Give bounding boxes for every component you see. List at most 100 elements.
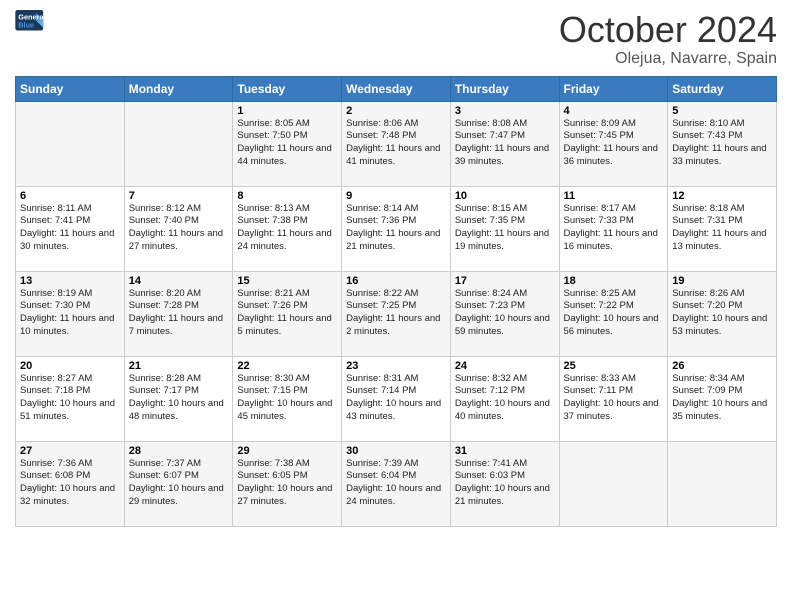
day-info: Sunrise: 8:13 AMSunset: 7:38 PMDaylight:… xyxy=(237,203,337,254)
day-info: Sunrise: 8:31 AMSunset: 7:14 PMDaylight:… xyxy=(346,373,446,424)
day-number: 6 xyxy=(20,190,120,202)
calendar-cell: 16Sunrise: 8:22 AMSunset: 7:25 PMDayligh… xyxy=(342,271,451,356)
logo-icon: General Blue xyxy=(15,10,45,32)
day-header-saturday: Saturday xyxy=(668,76,777,101)
day-number: 9 xyxy=(346,190,446,202)
day-info: Sunrise: 8:20 AMSunset: 7:28 PMDaylight:… xyxy=(129,288,229,339)
calendar-cell: 20Sunrise: 8:27 AMSunset: 7:18 PMDayligh… xyxy=(16,356,125,441)
day-number: 16 xyxy=(346,275,446,287)
day-info: Sunrise: 7:36 AMSunset: 6:08 PMDaylight:… xyxy=(20,458,120,509)
day-number: 31 xyxy=(455,445,555,457)
calendar-cell: 23Sunrise: 8:31 AMSunset: 7:14 PMDayligh… xyxy=(342,356,451,441)
day-info: Sunrise: 8:21 AMSunset: 7:26 PMDaylight:… xyxy=(237,288,337,339)
day-number: 10 xyxy=(455,190,555,202)
day-info: Sunrise: 7:37 AMSunset: 6:07 PMDaylight:… xyxy=(129,458,229,509)
calendar-cell: 30Sunrise: 7:39 AMSunset: 6:04 PMDayligh… xyxy=(342,441,451,526)
week-row-5: 27Sunrise: 7:36 AMSunset: 6:08 PMDayligh… xyxy=(16,441,777,526)
day-info: Sunrise: 8:26 AMSunset: 7:20 PMDaylight:… xyxy=(672,288,772,339)
day-number: 15 xyxy=(237,275,337,287)
calendar-cell: 18Sunrise: 8:25 AMSunset: 7:22 PMDayligh… xyxy=(559,271,668,356)
day-info: Sunrise: 8:19 AMSunset: 7:30 PMDaylight:… xyxy=(20,288,120,339)
day-number: 13 xyxy=(20,275,120,287)
calendar-cell: 27Sunrise: 7:36 AMSunset: 6:08 PMDayligh… xyxy=(16,441,125,526)
calendar-cell: 15Sunrise: 8:21 AMSunset: 7:26 PMDayligh… xyxy=(233,271,342,356)
calendar-cell: 22Sunrise: 8:30 AMSunset: 7:15 PMDayligh… xyxy=(233,356,342,441)
day-number: 20 xyxy=(20,360,120,372)
day-info: Sunrise: 8:08 AMSunset: 7:47 PMDaylight:… xyxy=(455,118,555,169)
day-number: 25 xyxy=(564,360,664,372)
day-header-friday: Friday xyxy=(559,76,668,101)
day-info: Sunrise: 7:41 AMSunset: 6:03 PMDaylight:… xyxy=(455,458,555,509)
calendar-cell xyxy=(668,441,777,526)
day-number: 1 xyxy=(237,105,337,117)
calendar-cell: 7Sunrise: 8:12 AMSunset: 7:40 PMDaylight… xyxy=(124,186,233,271)
calendar-cell: 19Sunrise: 8:26 AMSunset: 7:20 PMDayligh… xyxy=(668,271,777,356)
day-number: 4 xyxy=(564,105,664,117)
day-header-tuesday: Tuesday xyxy=(233,76,342,101)
day-info: Sunrise: 8:12 AMSunset: 7:40 PMDaylight:… xyxy=(129,203,229,254)
day-number: 22 xyxy=(237,360,337,372)
day-number: 18 xyxy=(564,275,664,287)
calendar-cell: 28Sunrise: 7:37 AMSunset: 6:07 PMDayligh… xyxy=(124,441,233,526)
day-info: Sunrise: 8:17 AMSunset: 7:33 PMDaylight:… xyxy=(564,203,664,254)
location: Olejua, Navarre, Spain xyxy=(559,50,777,68)
day-number: 29 xyxy=(237,445,337,457)
day-info: Sunrise: 8:24 AMSunset: 7:23 PMDaylight:… xyxy=(455,288,555,339)
day-number: 26 xyxy=(672,360,772,372)
week-row-1: 1Sunrise: 8:05 AMSunset: 7:50 PMDaylight… xyxy=(16,101,777,186)
day-number: 12 xyxy=(672,190,772,202)
day-info: Sunrise: 8:15 AMSunset: 7:35 PMDaylight:… xyxy=(455,203,555,254)
calendar-cell: 5Sunrise: 8:10 AMSunset: 7:43 PMDaylight… xyxy=(668,101,777,186)
logo: General Blue xyxy=(15,10,47,32)
day-info: Sunrise: 7:38 AMSunset: 6:05 PMDaylight:… xyxy=(237,458,337,509)
calendar-cell: 25Sunrise: 8:33 AMSunset: 7:11 PMDayligh… xyxy=(559,356,668,441)
calendar-cell: 12Sunrise: 8:18 AMSunset: 7:31 PMDayligh… xyxy=(668,186,777,271)
day-number: 8 xyxy=(237,190,337,202)
day-number: 11 xyxy=(564,190,664,202)
day-number: 24 xyxy=(455,360,555,372)
calendar-cell: 11Sunrise: 8:17 AMSunset: 7:33 PMDayligh… xyxy=(559,186,668,271)
header: General Blue October 2024 Olejua, Navarr… xyxy=(15,10,777,68)
day-number: 2 xyxy=(346,105,446,117)
day-header-thursday: Thursday xyxy=(450,76,559,101)
calendar-cell xyxy=(124,101,233,186)
day-number: 17 xyxy=(455,275,555,287)
day-info: Sunrise: 8:34 AMSunset: 7:09 PMDaylight:… xyxy=(672,373,772,424)
day-info: Sunrise: 7:39 AMSunset: 6:04 PMDaylight:… xyxy=(346,458,446,509)
calendar-cell: 10Sunrise: 8:15 AMSunset: 7:35 PMDayligh… xyxy=(450,186,559,271)
calendar-cell xyxy=(16,101,125,186)
calendar-cell: 29Sunrise: 7:38 AMSunset: 6:05 PMDayligh… xyxy=(233,441,342,526)
day-number: 27 xyxy=(20,445,120,457)
calendar-cell: 8Sunrise: 8:13 AMSunset: 7:38 PMDaylight… xyxy=(233,186,342,271)
calendar-cell: 2Sunrise: 8:06 AMSunset: 7:48 PMDaylight… xyxy=(342,101,451,186)
header-row: SundayMondayTuesdayWednesdayThursdayFrid… xyxy=(16,76,777,101)
day-info: Sunrise: 8:33 AMSunset: 7:11 PMDaylight:… xyxy=(564,373,664,424)
day-number: 3 xyxy=(455,105,555,117)
main-container: General Blue October 2024 Olejua, Navarr… xyxy=(0,0,792,532)
day-number: 23 xyxy=(346,360,446,372)
calendar-cell: 9Sunrise: 8:14 AMSunset: 7:36 PMDaylight… xyxy=(342,186,451,271)
day-info: Sunrise: 8:22 AMSunset: 7:25 PMDaylight:… xyxy=(346,288,446,339)
calendar-cell: 14Sunrise: 8:20 AMSunset: 7:28 PMDayligh… xyxy=(124,271,233,356)
svg-text:Blue: Blue xyxy=(18,21,34,30)
title-block: October 2024 Olejua, Navarre, Spain xyxy=(559,10,777,68)
day-info: Sunrise: 8:27 AMSunset: 7:18 PMDaylight:… xyxy=(20,373,120,424)
day-info: Sunrise: 8:11 AMSunset: 7:41 PMDaylight:… xyxy=(20,203,120,254)
calendar-cell: 6Sunrise: 8:11 AMSunset: 7:41 PMDaylight… xyxy=(16,186,125,271)
month-title: October 2024 xyxy=(559,10,777,50)
day-info: Sunrise: 8:18 AMSunset: 7:31 PMDaylight:… xyxy=(672,203,772,254)
day-info: Sunrise: 8:30 AMSunset: 7:15 PMDaylight:… xyxy=(237,373,337,424)
day-number: 5 xyxy=(672,105,772,117)
calendar-cell: 13Sunrise: 8:19 AMSunset: 7:30 PMDayligh… xyxy=(16,271,125,356)
calendar-cell: 1Sunrise: 8:05 AMSunset: 7:50 PMDaylight… xyxy=(233,101,342,186)
calendar-cell: 24Sunrise: 8:32 AMSunset: 7:12 PMDayligh… xyxy=(450,356,559,441)
day-info: Sunrise: 8:10 AMSunset: 7:43 PMDaylight:… xyxy=(672,118,772,169)
day-info: Sunrise: 8:28 AMSunset: 7:17 PMDaylight:… xyxy=(129,373,229,424)
day-info: Sunrise: 8:05 AMSunset: 7:50 PMDaylight:… xyxy=(237,118,337,169)
day-number: 21 xyxy=(129,360,229,372)
calendar-cell xyxy=(559,441,668,526)
week-row-4: 20Sunrise: 8:27 AMSunset: 7:18 PMDayligh… xyxy=(16,356,777,441)
week-row-3: 13Sunrise: 8:19 AMSunset: 7:30 PMDayligh… xyxy=(16,271,777,356)
calendar-cell: 17Sunrise: 8:24 AMSunset: 7:23 PMDayligh… xyxy=(450,271,559,356)
calendar-cell: 3Sunrise: 8:08 AMSunset: 7:47 PMDaylight… xyxy=(450,101,559,186)
